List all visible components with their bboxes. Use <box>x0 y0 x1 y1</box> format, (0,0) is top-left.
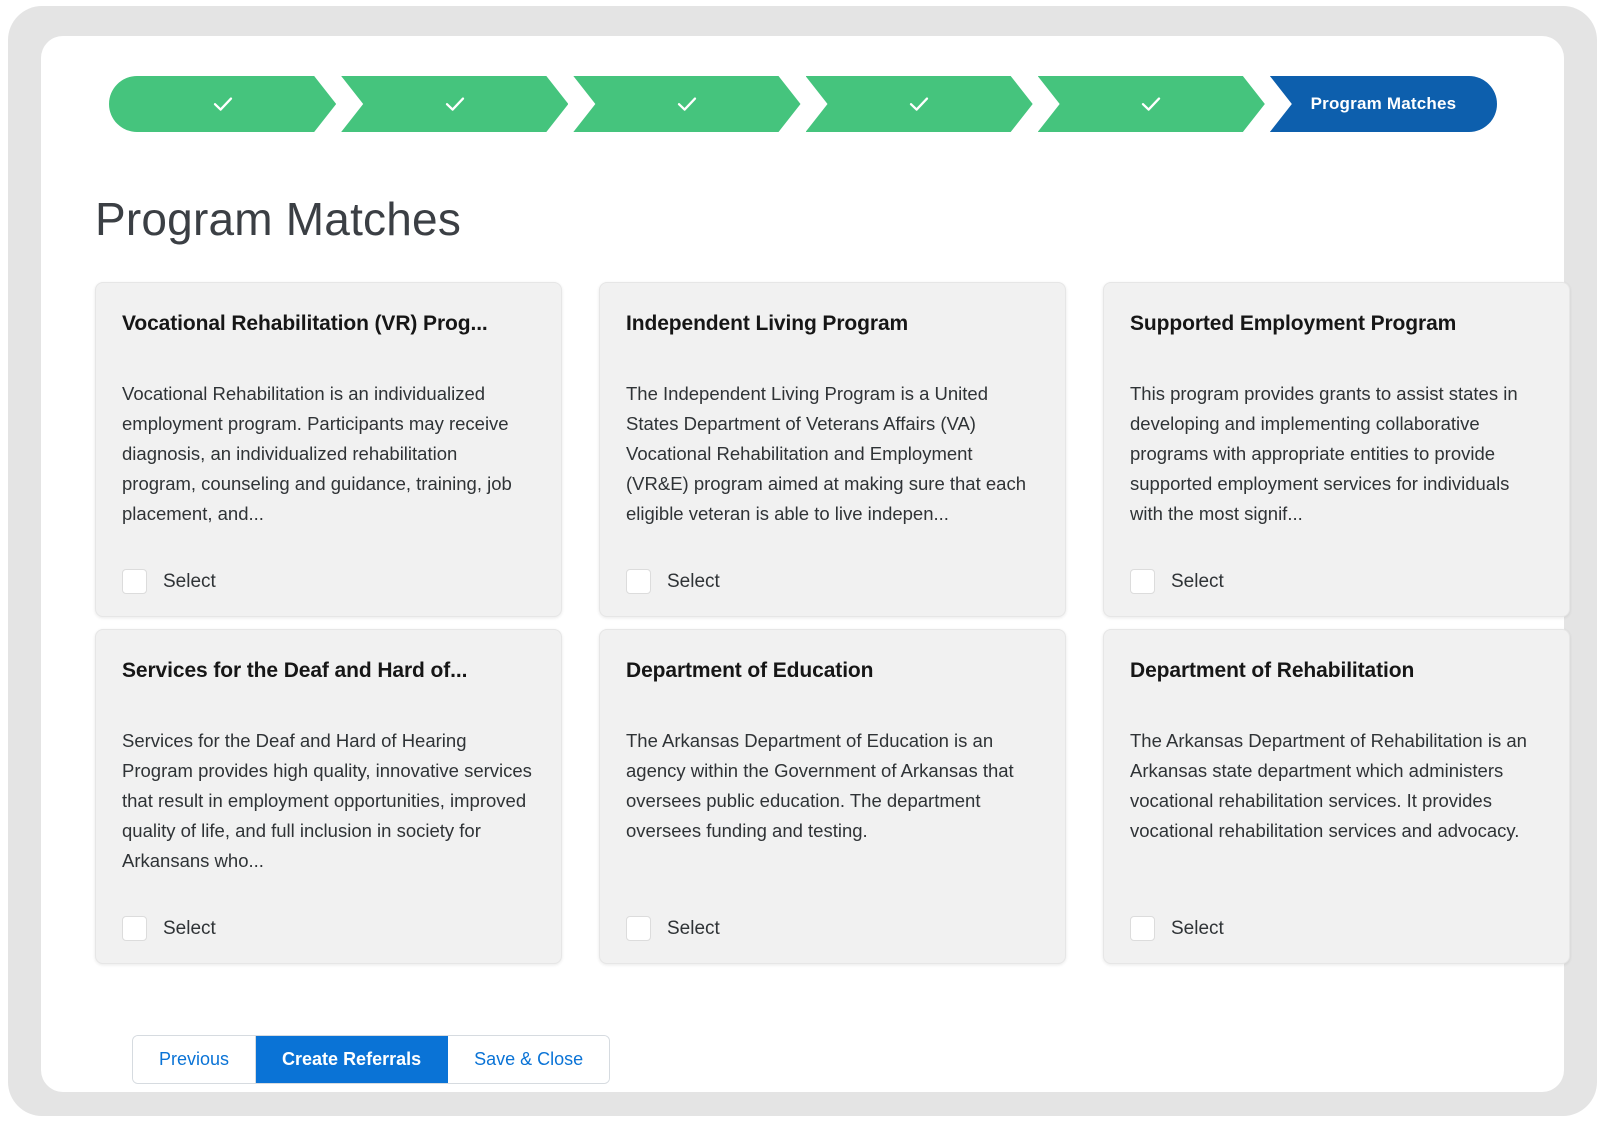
select-checkbox[interactable] <box>1130 569 1155 594</box>
select-checkbox[interactable] <box>1130 916 1155 941</box>
select-checkbox[interactable] <box>122 916 147 941</box>
progress-step-3[interactable] <box>573 76 800 132</box>
select-label: Select <box>163 570 216 592</box>
program-card-description: The Arkansas Department of Rehabilitatio… <box>1130 730 1527 842</box>
program-card[interactable]: Services for the Deaf and Hard of... Ser… <box>95 629 562 964</box>
check-icon <box>208 89 238 119</box>
select-row[interactable]: Select <box>626 916 1039 941</box>
program-card[interactable]: Independent Living Program The Independe… <box>599 282 1066 617</box>
program-card-title: Department of Education <box>626 659 874 682</box>
select-row[interactable]: Select <box>626 569 1039 594</box>
window-frame: Program Matches Program Matches Vocation… <box>8 6 1597 1116</box>
select-row[interactable]: Select <box>1130 916 1543 941</box>
select-label: Select <box>1171 570 1224 592</box>
select-checkbox[interactable] <box>122 569 147 594</box>
program-card[interactable]: Vocational Rehabilitation (VR) Prog... V… <box>95 282 562 617</box>
program-card-title: Vocational Rehabilitation (VR) Prog... <box>122 312 488 335</box>
select-label: Select <box>163 917 216 939</box>
select-checkbox[interactable] <box>626 916 651 941</box>
select-row[interactable]: Select <box>1130 569 1543 594</box>
select-label: Select <box>667 917 720 939</box>
check-icon <box>904 89 934 119</box>
select-row[interactable]: Select <box>122 916 535 941</box>
previous-button[interactable]: Previous <box>133 1036 257 1083</box>
progress-step-1[interactable] <box>109 76 336 132</box>
program-card[interactable]: Department of Education The Arkansas Dep… <box>599 629 1066 964</box>
program-card-description: This program provides grants to assist s… <box>1130 383 1518 525</box>
program-card-title: Supported Employment Program <box>1130 312 1457 335</box>
page-title: Program Matches <box>95 193 462 245</box>
progress-step-5[interactable] <box>1038 76 1265 132</box>
program-card-grid: Vocational Rehabilitation (VR) Prog... V… <box>95 282 1570 964</box>
program-card-description: The Independent Living Program is a Unit… <box>626 383 1026 525</box>
select-label: Select <box>1171 917 1224 939</box>
create-referrals-button[interactable]: Create Referrals <box>256 1036 449 1083</box>
progress-step-program-matches[interactable]: Program Matches <box>1269 76 1498 132</box>
program-card-description: Services for the Deaf and Hard of Hearin… <box>122 730 532 872</box>
check-icon <box>1136 89 1166 119</box>
program-card-description: The Arkansas Department of Education is … <box>626 730 1014 842</box>
select-row[interactable]: Select <box>122 569 535 594</box>
program-card-title: Department of Rehabilitation <box>1130 659 1415 682</box>
progress-step-4[interactable] <box>806 76 1033 132</box>
program-card-title: Independent Living Program <box>626 312 909 335</box>
progress-step-2[interactable] <box>341 76 568 132</box>
footer-button-group: Previous Create Referrals Save & Close <box>133 1036 610 1083</box>
save-and-close-button[interactable]: Save & Close <box>448 1036 610 1083</box>
check-icon <box>672 89 702 119</box>
check-icon <box>440 89 470 119</box>
select-checkbox[interactable] <box>626 569 651 594</box>
program-card-title: Services for the Deaf and Hard of... <box>122 659 468 682</box>
page-surface: Program Matches Program Matches Vocation… <box>41 36 1570 1092</box>
program-card[interactable]: Supported Employment Program This progra… <box>1103 282 1570 617</box>
select-label: Select <box>667 570 720 592</box>
progress-step-label: Program Matches <box>1310 94 1457 113</box>
program-card-description: Vocational Rehabilitation is an individu… <box>122 383 512 525</box>
progress-path: Program Matches <box>109 76 1498 132</box>
program-card[interactable]: Department of Rehabilitation The Arkansa… <box>1103 629 1570 964</box>
